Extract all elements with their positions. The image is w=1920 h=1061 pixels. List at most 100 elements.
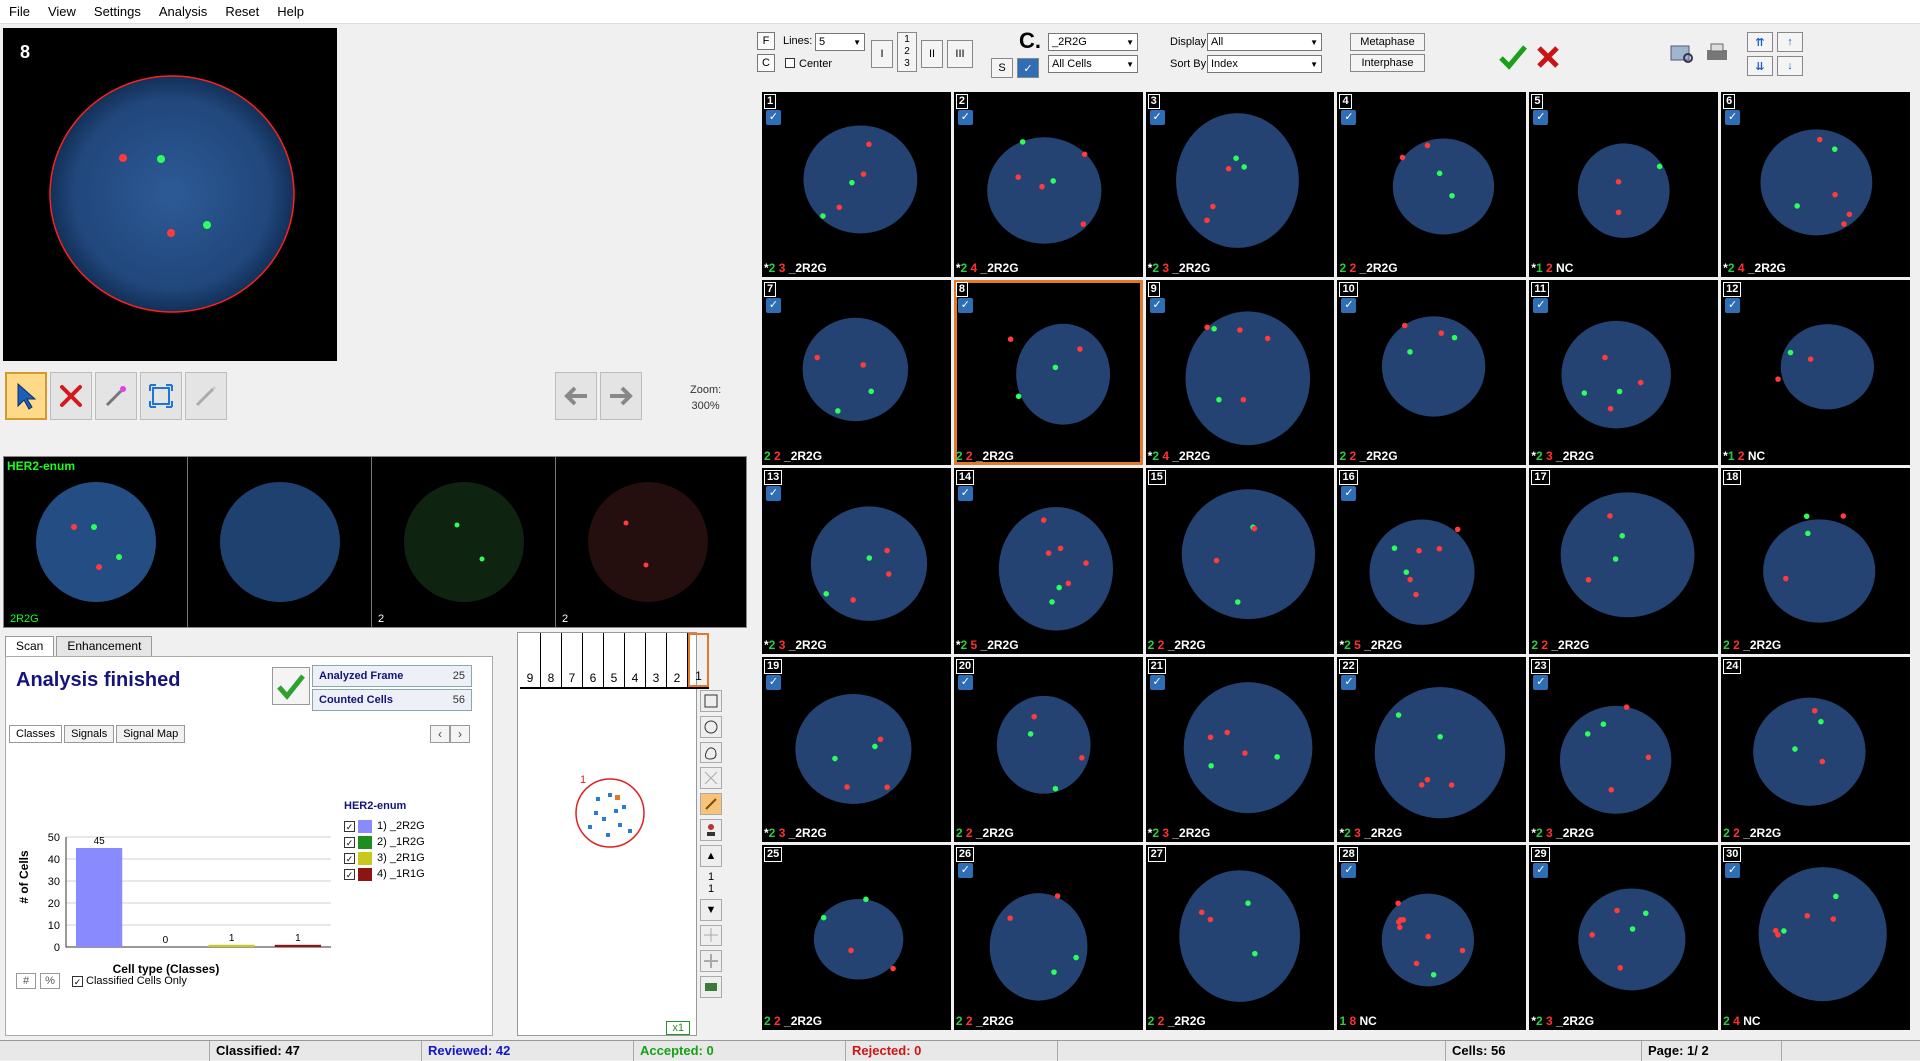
cell-thumbnail[interactable]: 22 ✓ *2 3 _2R2G — [1337, 656, 1527, 842]
clear-tool[interactable] — [700, 767, 722, 790]
review-checkbox[interactable]: ✓ — [766, 674, 781, 690]
mode-i-button[interactable]: I — [871, 40, 893, 68]
cell-thumbnail[interactable]: 16 ✓ *2 5 _2R2G — [1337, 468, 1527, 654]
review-checkbox[interactable]: ✓ — [957, 674, 973, 690]
tab-scan[interactable]: Scan — [5, 636, 55, 656]
cell-thumbnail[interactable]: 7 ✓ 2 2 _2R2G — [762, 280, 951, 466]
review-checkbox[interactable]: ✓ — [1533, 862, 1549, 878]
cell-thumbnail[interactable]: 1 ✓ *2 3 _2R2G — [762, 92, 951, 278]
crosshair-tool[interactable] — [700, 924, 722, 947]
menu-analysis[interactable]: Analysis — [150, 4, 216, 19]
cell-thumbnail[interactable]: 15 2 2 _2R2G — [1145, 468, 1335, 654]
frame-tab[interactable]: 8 — [541, 633, 562, 687]
select-region-button[interactable] — [140, 372, 182, 420]
pointer-tool-button[interactable] — [5, 372, 47, 420]
overview-tool[interactable] — [700, 976, 722, 998]
freehand-tool[interactable] — [700, 741, 722, 764]
legend-entry[interactable]: ✓ 3) _2R1G — [344, 850, 425, 866]
legend-checkbox[interactable]: ✓ — [344, 852, 355, 864]
rect-tool[interactable] — [700, 690, 722, 712]
next-button[interactable] — [600, 372, 642, 420]
next-page-button[interactable]: ↓ — [1777, 56, 1803, 76]
channel-composite[interactable]: HER2-enum 2R2G — [4, 457, 188, 627]
cell-thumbnail[interactable]: 24 2 2 _2R2G — [1721, 656, 1910, 842]
cell-thumbnail[interactable]: 26 ✓ 2 2 _2R2G — [953, 844, 1143, 1030]
cell-thumbnail[interactable]: 28 ✓ 1 8 NC — [1337, 844, 1527, 1030]
channel-dapi[interactable] — [188, 457, 372, 627]
subtab-signals[interactable]: Signals — [64, 725, 115, 743]
sortby-select[interactable]: Index ▼ — [1207, 55, 1322, 73]
tab-enhancement[interactable]: Enhancement — [56, 636, 153, 656]
legend-entry[interactable]: ✓ 1) _2R2G — [344, 818, 425, 834]
mode-iii-button[interactable]: III — [947, 40, 973, 68]
pan-tool[interactable] — [700, 950, 722, 973]
cell-thumbnail[interactable]: 5 ✓ *1 2 NC — [1529, 92, 1719, 278]
accept-button[interactable] — [1498, 42, 1528, 72]
zoom-image-button[interactable] — [1667, 38, 1697, 68]
frame-tab[interactable]: 7 — [562, 633, 583, 687]
bar[interactable] — [274, 944, 321, 947]
legend-checkbox[interactable]: ✓ — [344, 820, 355, 832]
delete-tool-button[interactable] — [50, 372, 92, 420]
magic-wand-button[interactable] — [95, 372, 137, 420]
cell-thumbnail[interactable]: 23 ✓ *2 3 _2R2G — [1529, 656, 1719, 842]
cell-thumbnail[interactable]: 3 ✓ *2 3 _2R2G — [1145, 92, 1335, 278]
review-checkbox[interactable]: ✓ — [957, 486, 973, 502]
review-checkbox[interactable]: ✓ — [957, 110, 973, 125]
cell-thumbnail[interactable]: 8 ✓ 2 2 _2R2G — [953, 280, 1143, 466]
cell-thumbnail[interactable]: 12 ✓ *1 2 NC — [1721, 280, 1910, 466]
frame-tab[interactable]: 9 — [520, 633, 541, 687]
columns-button[interactable]: 123 — [897, 32, 917, 72]
channel-green[interactable]: 2 — [372, 457, 556, 627]
subtab-next-button[interactable]: › — [450, 725, 470, 743]
brush-tool[interactable] — [700, 793, 722, 816]
legend-entry[interactable]: ✓ 2) _1R2G — [344, 834, 425, 850]
review-checkbox[interactable]: ✓ — [1341, 674, 1357, 690]
display-select[interactable]: All ▼ — [1207, 33, 1322, 51]
cell-thumbnail[interactable]: 4 ✓ 2 2 _2R2G — [1337, 92, 1527, 278]
joystick-tool[interactable] — [700, 819, 722, 841]
cell-thumbnail[interactable]: 2 ✓ *2 4 _2R2G — [953, 92, 1143, 278]
frame-tab[interactable]: 4 — [625, 633, 646, 687]
menu-file[interactable]: File — [0, 4, 39, 19]
cell-thumbnail[interactable]: 13 ✓ *2 3 _2R2G — [762, 468, 951, 654]
cell-thumbnail[interactable]: 14 ✓ *2 5 _2R2G — [953, 468, 1143, 654]
review-checkbox[interactable]: ✓ — [1341, 862, 1357, 878]
legend-entry[interactable]: ✓ 4) _1R1G — [344, 866, 425, 882]
cell-thumbnail[interactable]: 27 2 2 _2R2G — [1145, 844, 1335, 1030]
status-check-button[interactable] — [272, 667, 310, 705]
cell-thumbnail[interactable]: 30 ✓ 2 4 NC — [1721, 844, 1910, 1030]
class-select[interactable]: _2R2G ▼ — [1048, 33, 1138, 51]
cell-thumbnail[interactable]: 21 ✓ *2 3 _2R2G — [1145, 656, 1335, 842]
last-page-button[interactable]: ⇊ — [1747, 56, 1773, 76]
review-checkbox[interactable]: ✓ — [1149, 298, 1165, 314]
review-checkbox[interactable]: ✓ — [766, 298, 781, 314]
cell-thumbnail[interactable]: 29 ✓ *2 3 _2R2G — [1529, 844, 1719, 1030]
cell-thumbnail[interactable]: 19 ✓ *2 3 _2R2G — [762, 656, 951, 842]
classified-only-option[interactable]: ✓ Classified Cells Only — [72, 973, 187, 989]
menu-help[interactable]: Help — [268, 4, 313, 19]
review-checkbox[interactable]: ✓ — [957, 298, 973, 314]
prev-page-button[interactable]: ↑ — [1777, 32, 1803, 52]
review-checkbox[interactable]: ✓ — [766, 486, 781, 502]
main-cell-image[interactable]: 8 — [3, 28, 337, 361]
menu-reset[interactable]: Reset — [216, 4, 268, 19]
bar[interactable] — [76, 848, 123, 947]
cell-thumbnail[interactable]: 20 ✓ 2 2 _2R2G — [953, 656, 1143, 842]
cell-thumbnail[interactable]: 11 ✓ *2 3 _2R2G — [1529, 280, 1719, 466]
circle-tool[interactable] — [700, 715, 722, 738]
mode-ii-button[interactable]: II — [921, 40, 943, 68]
review-checkbox[interactable]: ✓ — [1533, 298, 1549, 314]
classified-only-checkbox[interactable]: ✓ — [72, 975, 83, 987]
review-checkbox[interactable]: ✓ — [1725, 110, 1741, 125]
frame-tab-selected[interactable]: 1 — [688, 633, 709, 687]
frame-tab[interactable]: 2 — [667, 633, 688, 687]
channel-red[interactable]: 2 — [556, 457, 742, 627]
metaphase-button[interactable]: Metaphase — [1350, 33, 1425, 51]
bar[interactable] — [208, 944, 255, 947]
s-button[interactable]: S — [991, 58, 1013, 78]
menu-view[interactable]: View — [39, 4, 85, 19]
legend-checkbox[interactable]: ✓ — [344, 868, 355, 880]
interphase-button[interactable]: Interphase — [1350, 54, 1425, 72]
frame-tab[interactable]: 3 — [646, 633, 667, 687]
